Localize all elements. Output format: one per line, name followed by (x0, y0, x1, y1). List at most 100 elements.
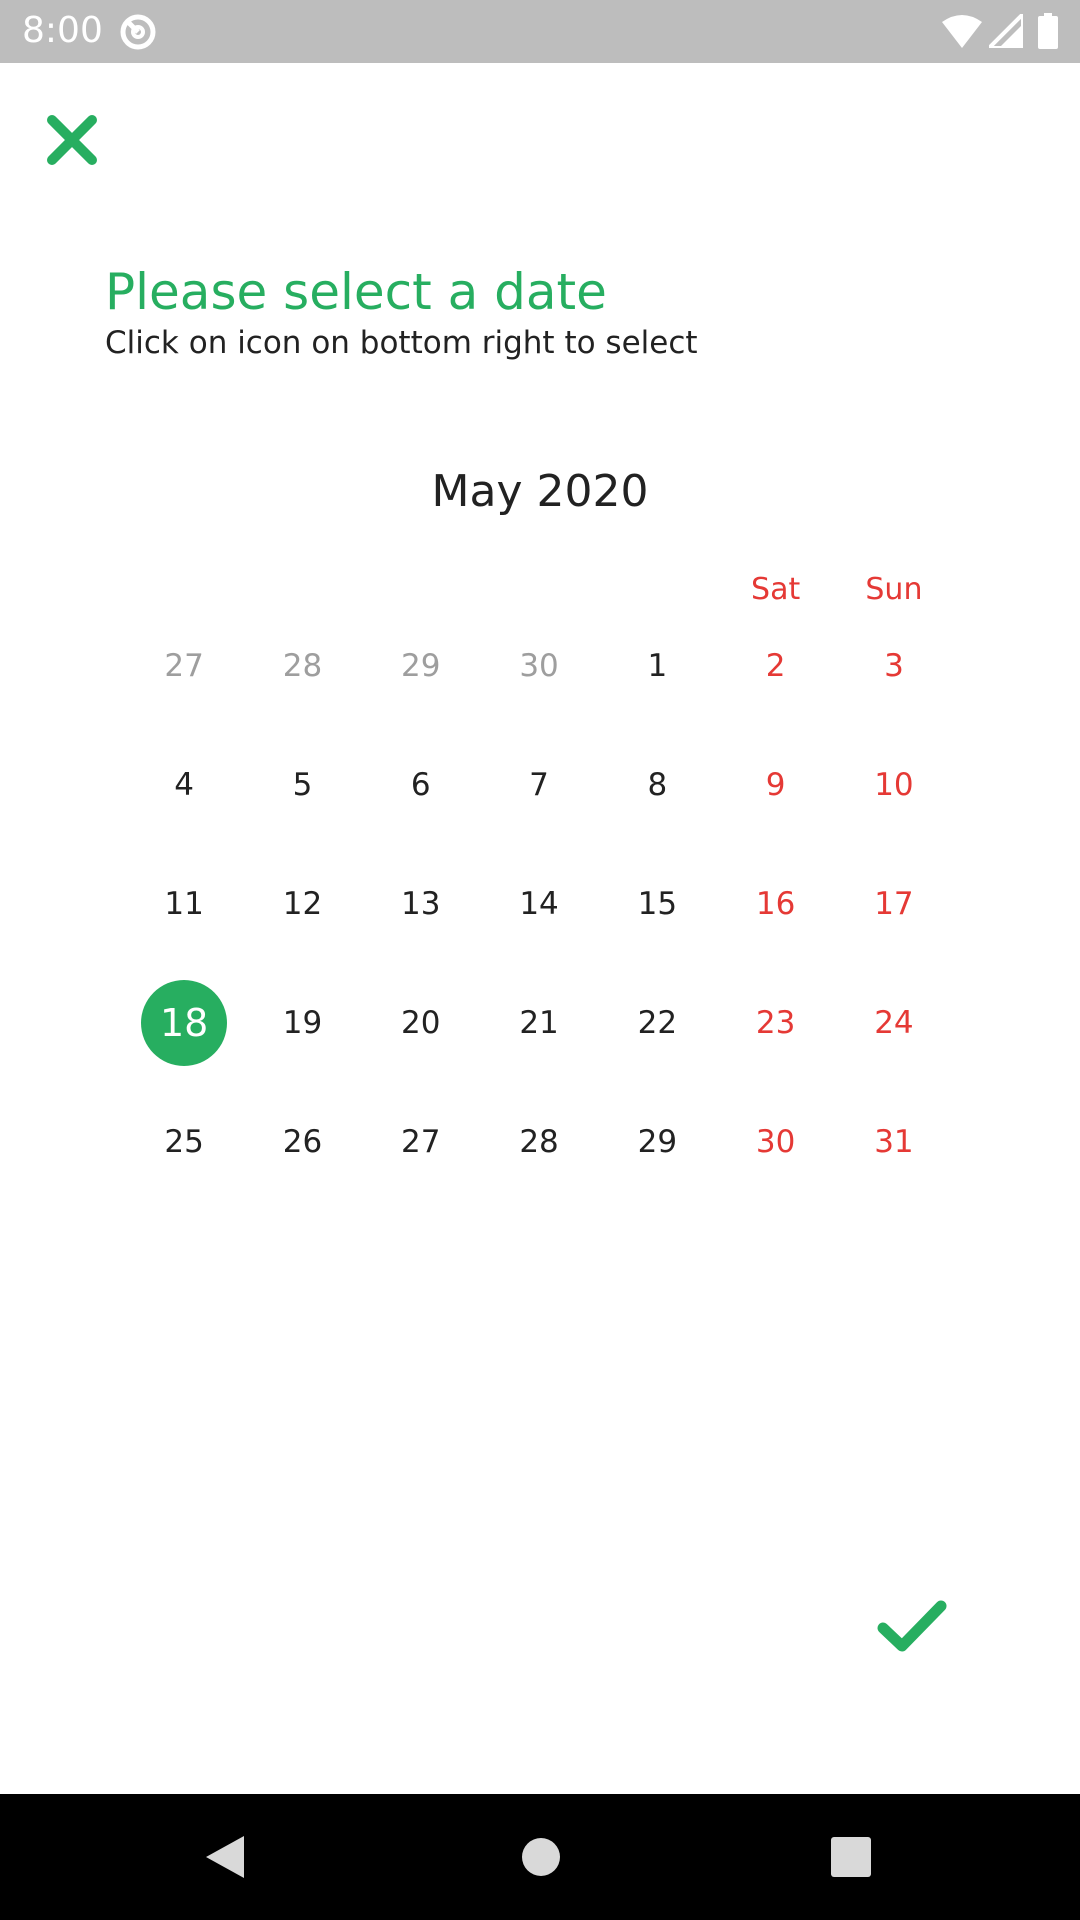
calendar-day[interactable]: 24 (835, 978, 953, 1068)
weekday-header (243, 570, 361, 610)
calendar-day[interactable]: 31 (835, 1097, 953, 1187)
close-button[interactable] (44, 112, 100, 168)
calendar-day[interactable]: 14 (480, 859, 598, 949)
weekday-header-row: Sat Sun (125, 570, 955, 610)
calendar-day[interactable]: 19 (243, 978, 361, 1068)
weekday-header (480, 570, 598, 610)
page-title: Please select a date (105, 263, 607, 321)
calendar-day-label: 4 (174, 767, 195, 803)
calendar-day-label: 3 (884, 648, 904, 684)
calendar-day[interactable]: 23 (716, 978, 834, 1068)
calendar-day-label: 30 (755, 1124, 796, 1160)
calendar-day-label: 30 (519, 648, 559, 684)
calendar-day-label: 1 (647, 648, 668, 684)
calendar-day[interactable]: 6 (362, 740, 480, 830)
confirm-button[interactable] (876, 1598, 948, 1656)
calendar-day-label: 13 (401, 886, 441, 922)
calendar-day[interactable]: 29 (598, 1097, 716, 1187)
calendar-day-label: 22 (637, 1005, 678, 1041)
back-icon[interactable] (204, 1834, 246, 1884)
calendar-day[interactable]: 20 (362, 978, 480, 1068)
calendar-day-label: 24 (874, 1005, 914, 1041)
calendar-day[interactable]: 22 (598, 978, 716, 1068)
calendar-day[interactable]: 8 (598, 740, 716, 830)
status-bar: 8:00 (0, 0, 1080, 63)
calendar-day[interactable]: 16 (716, 859, 834, 949)
calendar-day[interactable]: 15 (598, 859, 716, 949)
calendar-day[interactable]: 10 (835, 740, 953, 830)
calendar-day-label: 11 (164, 886, 204, 922)
calendar-day-label: 25 (164, 1124, 204, 1160)
calendar-day-label: 19 (282, 1005, 323, 1041)
page-subtitle: Click on icon on bottom right to select (105, 325, 698, 361)
calendar-day-label: 5 (292, 767, 313, 803)
calendar-week-row: 4 5 6 7 8 9 10 (125, 740, 955, 830)
home-icon[interactable] (520, 1836, 562, 1882)
calendar-day[interactable]: 2 (716, 621, 834, 711)
calendar-day-label: 28 (282, 648, 323, 684)
calendar-day[interactable]: 3 (835, 621, 953, 711)
calendar-day-label: 27 (401, 1124, 441, 1160)
calendar-day[interactable]: 17 (835, 859, 953, 949)
cell-signal-icon (984, 9, 1025, 52)
recents-icon[interactable] (830, 1836, 872, 1882)
calendar-day[interactable]: 21 (480, 978, 598, 1068)
data-saver-icon (118, 12, 158, 56)
calendar-day-label: 7 (529, 767, 549, 803)
calendar-day-label: 26 (282, 1124, 323, 1160)
calendar-day-label: 6 (410, 767, 431, 803)
calendar-day-label: 15 (637, 886, 678, 922)
calendar-day-label: 28 (519, 1124, 559, 1160)
calendar-day-label: 2 (765, 648, 786, 684)
weekday-header (362, 570, 480, 610)
system-nav-bar (0, 1794, 1080, 1920)
calendar-day[interactable]: 9 (716, 740, 834, 830)
calendar-day-label: 8 (647, 767, 668, 803)
calendar-day-label: 14 (519, 886, 559, 922)
calendar-week-row: 27 28 29 30 1 2 3 (125, 621, 955, 711)
weekday-header-sun: Sun (865, 572, 923, 607)
calendar-day[interactable]: 4 (125, 740, 243, 830)
calendar-day[interactable]: 12 (243, 859, 361, 949)
calendar-day[interactable]: 26 (243, 1097, 361, 1187)
calendar-day-label: 23 (755, 1005, 796, 1041)
calendar-day[interactable]: 7 (480, 740, 598, 830)
calendar-day[interactable]: 29 (362, 621, 480, 711)
calendar-day[interactable]: 25 (125, 1097, 243, 1187)
month-label: May 2020 (431, 466, 649, 517)
calendar-day-label: 10 (874, 767, 914, 803)
calendar-day-selected[interactable]: 18 (125, 978, 243, 1068)
calendar-day-label: 21 (519, 1005, 559, 1041)
calendar-day-label: 9 (765, 767, 786, 803)
calendar-day-label: 18 (159, 1001, 209, 1045)
calendar-week-row: 18 19 20 21 22 23 24 (125, 978, 955, 1068)
calendar-day[interactable]: 5 (243, 740, 361, 830)
weekday-header-sat: Sat (751, 572, 801, 607)
calendar-day[interactable]: 30 (480, 621, 598, 711)
weekday-header (125, 570, 243, 610)
calendar-day-label: 31 (874, 1124, 914, 1160)
calendar-day-label: 12 (282, 886, 323, 922)
status-time: 8:00 (22, 10, 103, 51)
calendar-day-label: 16 (755, 886, 796, 922)
calendar-day-label: 20 (401, 1005, 441, 1041)
weekday-header (598, 570, 716, 610)
close-icon (47, 115, 97, 165)
calendar-week-row: 11 12 13 14 15 16 17 (125, 859, 955, 949)
wifi-icon (942, 14, 982, 52)
calendar-day[interactable]: 13 (362, 859, 480, 949)
calendar-day-label: 29 (401, 648, 441, 684)
calendar-day-label: 27 (164, 648, 204, 684)
checkmark-icon (877, 1600, 947, 1652)
calendar-day[interactable]: 1 (598, 621, 716, 711)
calendar-day-label: 29 (637, 1124, 678, 1160)
calendar-day[interactable]: 27 (125, 621, 243, 711)
calendar-week-row: 25 26 27 28 29 30 31 (125, 1097, 955, 1187)
calendar-day[interactable]: 30 (716, 1097, 834, 1187)
calendar-day[interactable]: 27 (362, 1097, 480, 1187)
calendar-day-label: 17 (874, 886, 914, 922)
calendar-day[interactable]: 28 (480, 1097, 598, 1187)
calendar-day[interactable]: 28 (243, 621, 361, 711)
calendar-day[interactable]: 11 (125, 859, 243, 949)
battery-icon (1038, 13, 1058, 53)
